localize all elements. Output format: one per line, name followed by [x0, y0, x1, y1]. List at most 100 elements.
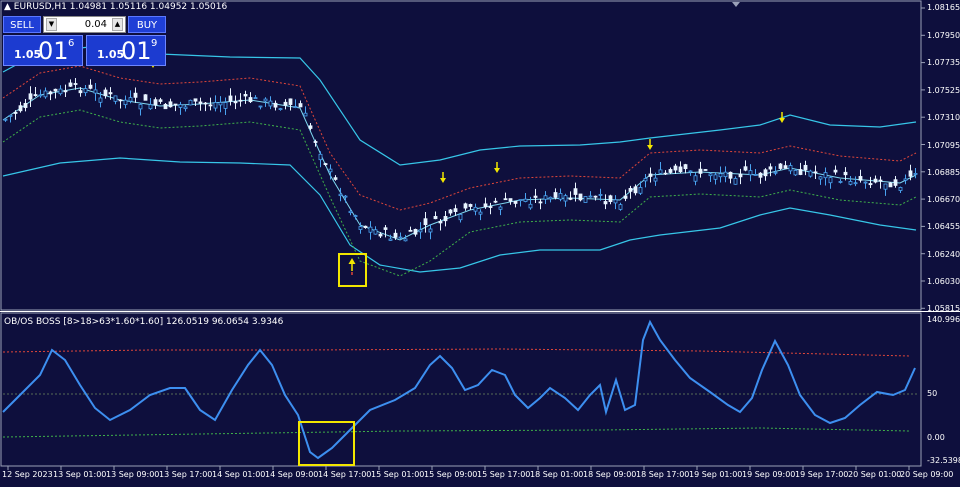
candle-body	[393, 232, 398, 238]
price-axis-label: 1.07950	[927, 31, 960, 40]
candle-body	[648, 173, 653, 177]
candle-body	[408, 229, 413, 232]
candle-body	[788, 165, 793, 172]
time-axis-label: 18 Sep 09:00	[583, 470, 637, 479]
candle-body	[883, 183, 888, 190]
lot-size-value[interactable]: 0.04	[85, 17, 107, 32]
candle-body	[783, 165, 788, 169]
candle-body	[238, 99, 243, 102]
time-axis-label: 15 Sep 01:00	[371, 470, 425, 479]
candle-body	[278, 108, 283, 110]
candle-body	[773, 171, 778, 174]
candle-body	[708, 173, 713, 177]
time-axis-label: 13 Sep 09:00	[106, 470, 160, 479]
candle-body	[753, 174, 758, 176]
candle-body	[603, 201, 608, 205]
candle-body	[213, 102, 218, 109]
candle-body	[793, 169, 798, 176]
candle-body	[673, 165, 678, 171]
candle-body	[588, 195, 593, 198]
price-axis-label: 1.07310	[927, 113, 960, 122]
sell-button[interactable]: SELL	[3, 16, 41, 33]
candle-body	[893, 179, 898, 186]
candle-body	[523, 198, 528, 202]
candle-body	[518, 199, 523, 202]
candle-body	[63, 90, 68, 93]
candle-body	[573, 188, 578, 195]
price-axis-label: 1.06030	[927, 277, 960, 286]
candle-body	[318, 153, 323, 161]
candle-body	[163, 103, 168, 110]
sell-price-fraction: 6	[68, 38, 75, 49]
candle-body	[723, 171, 728, 178]
candle-body	[383, 227, 388, 230]
collapse-triangle-icon[interactable]: ▲	[4, 2, 11, 12]
candle-body	[863, 181, 868, 184]
candle-body	[443, 216, 448, 222]
candle-body	[268, 100, 273, 107]
candle-body	[698, 168, 703, 174]
time-axis-label: 13 Sep 01:00	[53, 470, 107, 479]
candle-body	[418, 229, 423, 233]
candle-body	[173, 103, 178, 106]
candle-body	[748, 170, 753, 176]
candle-body	[218, 102, 223, 106]
candle-body	[478, 211, 483, 215]
candle-body	[83, 88, 88, 94]
candle-body	[13, 111, 18, 114]
candle-body	[733, 178, 738, 185]
candle-body	[188, 99, 193, 106]
buy-price-pips: 01	[121, 37, 152, 65]
candle-body	[858, 176, 863, 181]
lot-size-field[interactable]: ▼ 0.04 ▲	[43, 16, 126, 33]
candle-body	[533, 195, 538, 198]
chart-background	[0, 0, 960, 487]
candle-body	[123, 99, 128, 106]
triangle-down-icon[interactable]: ▼	[46, 18, 57, 31]
price-axis-label: 1.08165	[927, 3, 960, 12]
candle-body	[348, 210, 353, 213]
candle-body	[78, 90, 83, 94]
time-axis-label: 15 Sep 09:00	[424, 470, 478, 479]
candle-body	[403, 238, 408, 242]
time-axis-label: 20 Sep 01:00	[848, 470, 902, 479]
buy-price-box[interactable]: 1.05 01 9	[86, 35, 166, 66]
price-axis-label: 1.06670	[927, 195, 960, 204]
candle-body	[423, 218, 428, 226]
candle-body	[53, 88, 58, 92]
candle-body	[728, 171, 733, 179]
candle-body	[263, 98, 268, 102]
candle-body	[23, 103, 28, 108]
triangle-up-icon[interactable]: ▲	[112, 18, 123, 31]
sell-price-pips: 01	[38, 37, 69, 65]
time-axis-label: 19 Sep 01:00	[689, 470, 743, 479]
candle-body	[128, 97, 133, 102]
candle-body	[98, 97, 103, 103]
candle-body	[558, 193, 563, 200]
candle-body	[458, 214, 463, 221]
candle-body	[183, 106, 188, 110]
buy-button[interactable]: BUY	[128, 16, 166, 33]
time-axis-label: 19 Sep 09:00	[742, 470, 796, 479]
candle-body	[48, 91, 53, 95]
candle-body	[28, 93, 33, 100]
candle-body	[58, 88, 63, 95]
candle-body	[148, 104, 153, 110]
candle-body	[398, 236, 403, 239]
candle-body	[503, 198, 508, 201]
chart-canvas[interactable]	[0, 0, 960, 487]
time-axis-label: 14 Sep 01:00	[212, 470, 266, 479]
sell-price-box[interactable]: 1.05 01 6	[3, 35, 83, 66]
candle-body	[313, 141, 318, 143]
candle-body	[628, 187, 633, 192]
candle-body	[363, 225, 368, 229]
candle-body	[463, 203, 468, 209]
time-axis-label: 15 Sep 17:00	[477, 470, 531, 479]
price-axis-label: 1.07525	[927, 86, 960, 95]
candle-body	[868, 183, 873, 186]
candle-body	[663, 172, 668, 175]
candle-body	[583, 196, 588, 203]
oscillator-axis-label: 50	[927, 389, 938, 398]
candle-body	[658, 169, 663, 174]
candle-body	[3, 118, 8, 121]
